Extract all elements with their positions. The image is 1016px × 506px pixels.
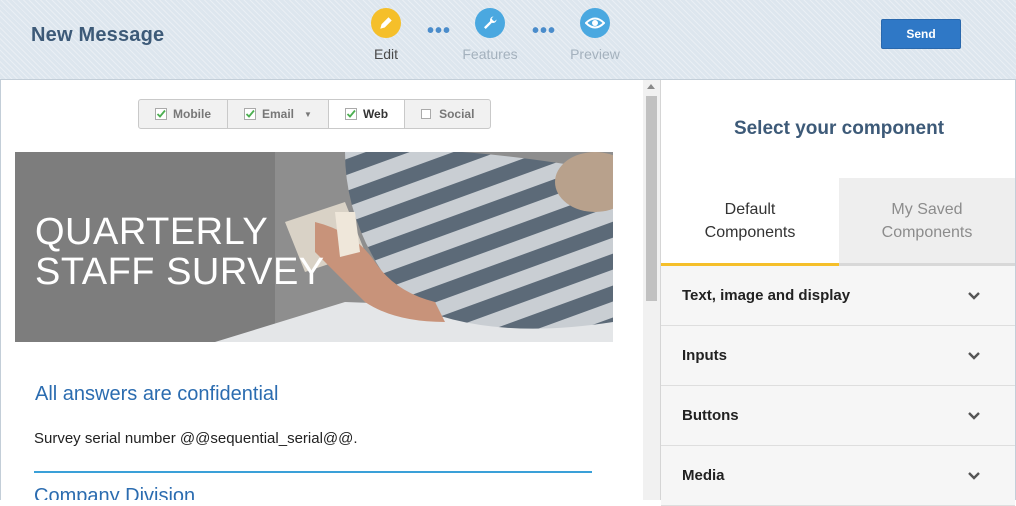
top-header: New Message Edit ••• Features ••• Previe… — [0, 0, 1016, 80]
checkmark-icon — [155, 108, 167, 120]
accordion-label: Text, image and display — [682, 287, 851, 304]
tab-label: My Saved — [891, 200, 963, 218]
section-divider — [34, 471, 592, 473]
message-editor: Mobile Email ▼ Web Social QUARTERLY STAF… — [0, 80, 660, 500]
chevron-down-icon — [967, 288, 981, 305]
confidential-heading[interactable]: All answers are confidential — [35, 383, 278, 406]
accordion-buttons[interactable]: Buttons — [661, 386, 1015, 446]
channel-social[interactable]: Social — [405, 100, 490, 128]
channel-label: Mobile — [173, 107, 211, 121]
tab-label: Components — [704, 223, 796, 241]
accordion-inputs[interactable]: Inputs — [661, 326, 1015, 386]
channel-email[interactable]: Email ▼ — [228, 100, 329, 128]
editor-scrollbar[interactable] — [643, 80, 660, 500]
channel-label: Web — [362, 107, 389, 121]
channel-label: Email — [262, 107, 295, 121]
serial-number-text[interactable]: Survey serial number @@sequential_serial… — [34, 430, 358, 447]
unchecked-box-icon — [421, 109, 432, 119]
eye-icon — [580, 8, 610, 38]
accordion-label: Media — [682, 467, 725, 484]
accordion-label: Buttons — [682, 407, 739, 424]
tab-default-components[interactable]: Default Components — [661, 178, 839, 266]
hero-title: QUARTERLY STAFF SURVEY — [35, 212, 325, 292]
channel-web[interactable]: Web — [328, 100, 406, 128]
checkmark-icon — [344, 108, 357, 120]
panel-title: Select your component — [733, 118, 945, 139]
step-features[interactable]: Features — [450, 8, 530, 62]
accordion-label: Inputs — [682, 347, 727, 364]
accordion-text-image-display[interactable]: Text, image and display — [661, 266, 1015, 326]
step-features-label: Features — [462, 46, 518, 62]
scrollbar-thumb[interactable] — [646, 96, 657, 301]
chevron-down-icon — [967, 348, 981, 365]
chevron-down-icon — [967, 468, 981, 485]
tab-label: Components — [881, 223, 973, 241]
step-separator: ••• — [532, 20, 557, 42]
checkmark-icon — [244, 108, 256, 120]
hero-title-line: STAFF SURVEY — [35, 251, 325, 293]
chevron-down-icon — [967, 408, 981, 425]
step-edit[interactable]: Edit — [346, 8, 426, 62]
component-panel: Select your component Default Components… — [660, 80, 1016, 506]
hero-title-line: QUARTERLY — [35, 211, 269, 253]
tab-my-saved-components[interactable]: My Saved Components — [839, 178, 1015, 266]
pencil-icon — [371, 8, 401, 38]
page-title: New Message — [31, 24, 165, 46]
channel-mobile[interactable]: Mobile — [139, 100, 228, 128]
accordion-media[interactable]: Media — [661, 446, 1015, 506]
step-preview-label: Preview — [570, 46, 620, 62]
send-button[interactable]: Send — [881, 19, 961, 49]
channel-selector: Mobile Email ▼ Web Social — [138, 99, 492, 129]
step-edit-label: Edit — [373, 46, 399, 62]
wrench-icon — [475, 8, 505, 38]
tab-label: Default — [724, 200, 776, 218]
step-separator: ••• — [427, 20, 452, 42]
step-preview[interactable]: Preview — [555, 8, 635, 62]
caret-down-icon[interactable]: ▼ — [304, 110, 312, 119]
scroll-up-icon[interactable] — [647, 84, 655, 89]
hero-banner[interactable]: QUARTERLY STAFF SURVEY — [15, 152, 613, 342]
company-division-heading[interactable]: Company Division — [34, 485, 195, 500]
channel-label: Social — [439, 107, 475, 121]
